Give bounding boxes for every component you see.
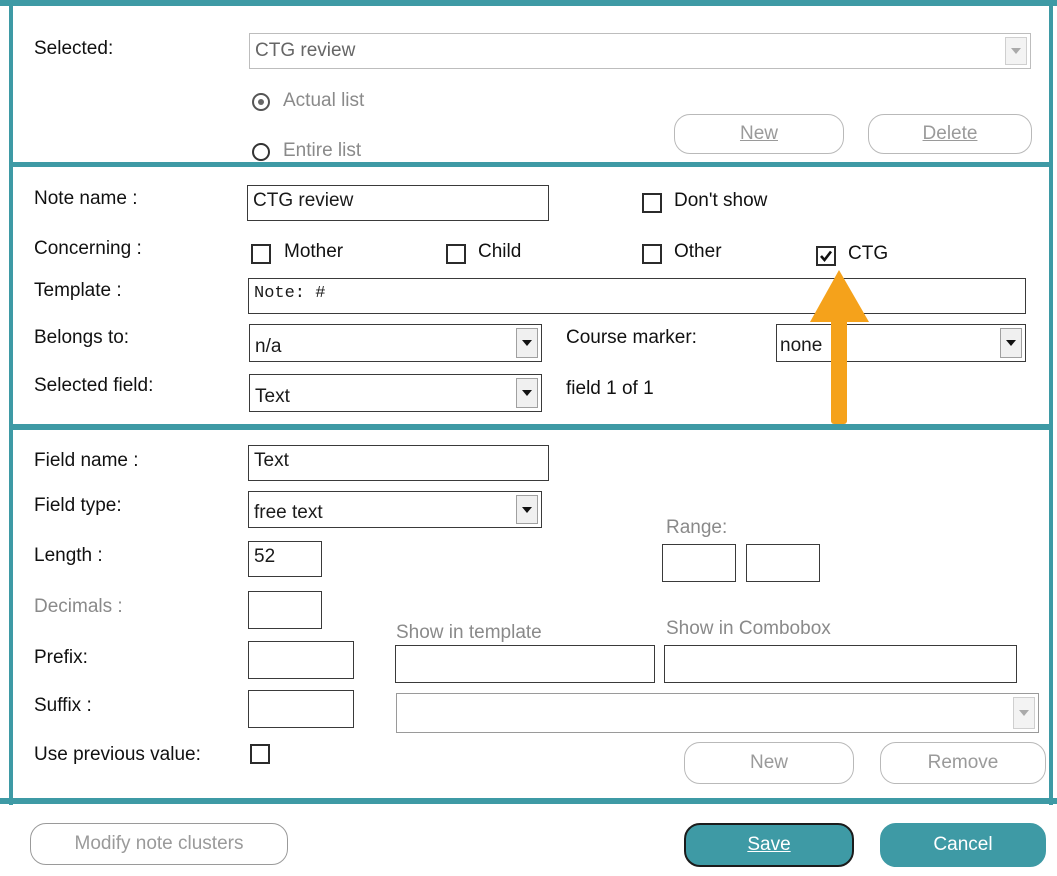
show-in-template-label: Show in template: [396, 622, 542, 643]
selected-field-value: Text: [255, 385, 290, 407]
combobox-values-dropdown[interactable]: [396, 693, 1039, 733]
section-divider-2: [9, 424, 1053, 430]
ctg-label: CTG: [848, 243, 889, 264]
mother-label: Mother: [284, 241, 344, 262]
remove-field-button[interactable]: Remove: [880, 742, 1046, 784]
belongs-to-value: n/a: [255, 336, 282, 358]
template-input[interactable]: Note: #: [248, 278, 1026, 314]
use-previous-value-label: Use previous value:: [34, 744, 201, 765]
left-border: [9, 0, 13, 805]
radio-entire-list[interactable]: [252, 143, 270, 161]
range-label: Range:: [666, 517, 728, 538]
chevron-down-icon[interactable]: [1000, 328, 1022, 358]
new-field-button[interactable]: New: [684, 742, 854, 784]
selected-field-dropdown[interactable]: Text: [249, 374, 542, 412]
new-note-button[interactable]: New: [674, 114, 844, 154]
template-label: Template :: [34, 280, 122, 301]
annotation-arrow-icon: [810, 270, 869, 424]
length-input[interactable]: 52: [248, 541, 322, 577]
show-in-combobox-input[interactable]: [664, 645, 1017, 683]
selected-note-value: CTG review: [255, 40, 356, 61]
chevron-down-icon[interactable]: [516, 328, 538, 358]
dont-show-checkbox[interactable]: [642, 193, 662, 213]
section-divider-1: [9, 162, 1053, 167]
field-count: field 1 of 1: [566, 378, 654, 399]
cancel-button-label: Cancel: [933, 834, 993, 855]
radio-entire-list-label: Entire list: [283, 140, 362, 161]
remove-field-button-label: Remove: [927, 752, 999, 773]
prefix-label: Prefix:: [34, 647, 88, 668]
chevron-down-icon[interactable]: [1013, 697, 1035, 729]
field-type-value: free text: [254, 502, 323, 523]
note-name-label: Note name :: [34, 188, 138, 209]
save-button-label: Save: [747, 834, 791, 855]
new-field-button-label: New: [749, 752, 788, 773]
chevron-down-icon[interactable]: [1005, 37, 1027, 65]
show-in-template-input[interactable]: [395, 645, 655, 683]
delete-note-button[interactable]: Delete: [868, 114, 1032, 154]
delete-note-button-label: Delete: [922, 123, 978, 144]
note-name-input[interactable]: CTG review: [247, 185, 549, 221]
selected-note-dropdown[interactable]: CTG review: [249, 33, 1031, 69]
course-marker-label: Course marker:: [566, 327, 697, 348]
length-label: Length :: [34, 545, 103, 566]
child-label: Child: [478, 241, 522, 262]
modify-note-clusters-button[interactable]: Modify note clusters: [30, 823, 288, 865]
child-checkbox[interactable]: [446, 244, 466, 264]
field-name-input[interactable]: Text: [248, 445, 549, 481]
radio-actual-list-label: Actual list: [283, 90, 365, 111]
chevron-down-icon[interactable]: [516, 378, 538, 408]
concerning-label: Concerning :: [34, 238, 142, 259]
field-name-label: Field name :: [34, 450, 139, 471]
field-type-label: Field type:: [34, 495, 122, 516]
selected-field-label: Selected field:: [34, 375, 154, 396]
new-note-button-label: New: [739, 123, 778, 144]
right-border: [1049, 0, 1053, 805]
top-border: [0, 0, 1057, 6]
dont-show-label: Don't show: [674, 190, 768, 211]
checkmark-icon: [820, 250, 833, 263]
selected-label: Selected:: [34, 38, 114, 59]
decimals-label: Decimals :: [34, 596, 123, 617]
mother-checkbox[interactable]: [251, 244, 271, 264]
use-previous-value-checkbox[interactable]: [250, 744, 270, 764]
other-checkbox[interactable]: [642, 244, 662, 264]
range-max-input[interactable]: [746, 544, 820, 582]
range-min-input[interactable]: [662, 544, 736, 582]
chevron-down-icon[interactable]: [516, 495, 538, 524]
belongs-to-dropdown[interactable]: n/a: [249, 324, 542, 362]
suffix-input[interactable]: [248, 690, 354, 728]
modify-note-clusters-label: Modify note clusters: [74, 833, 244, 854]
ctg-checkbox[interactable]: [816, 246, 836, 266]
decimals-input[interactable]: [248, 591, 322, 629]
suffix-label: Suffix :: [34, 695, 92, 716]
save-button[interactable]: Save: [684, 823, 854, 867]
radio-actual-list[interactable]: [252, 93, 270, 111]
prefix-input[interactable]: [248, 641, 354, 679]
section-divider-3: [0, 798, 1057, 804]
field-type-dropdown[interactable]: free text: [248, 491, 542, 528]
other-label: Other: [674, 241, 722, 262]
belongs-to-label: Belongs to:: [34, 327, 130, 348]
cancel-button[interactable]: Cancel: [880, 823, 1046, 867]
show-in-combobox-label: Show in Combobox: [666, 618, 831, 639]
